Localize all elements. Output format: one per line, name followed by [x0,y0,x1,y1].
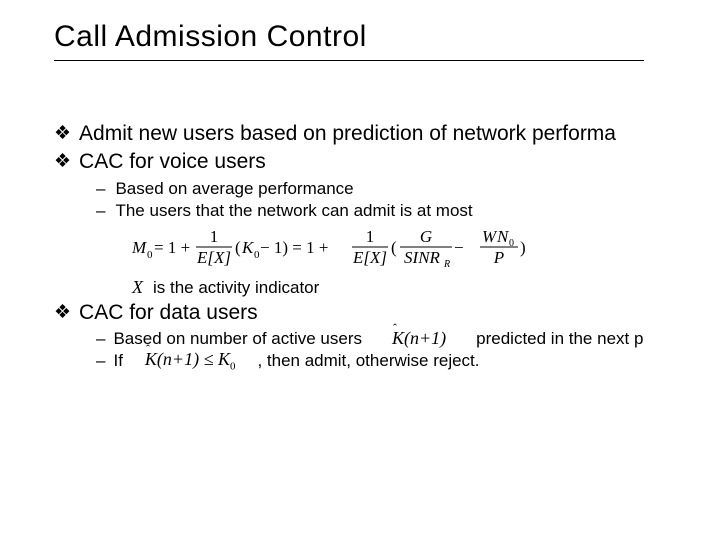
slide: Call Admission Control ❖ Admit new users… [0,0,720,540]
f-open2: ( [391,238,397,257]
f-SINR: SINR [404,248,441,267]
svg-text:): ) [520,238,526,257]
sub-text-b: predicted in the next p [476,329,643,349]
f-num2: 1 [366,227,375,246]
f-M: M [132,238,147,257]
dash-icon: – [96,200,105,221]
f-W: W [482,227,498,246]
subbullet-text: The users that the network can admit is … [115,200,472,221]
bullet-cac-data: ❖ CAC for data users [54,300,720,326]
diamond-icon: ❖ [54,300,71,326]
bullet-text: Admit new users based on prediction of n… [79,121,616,147]
math-X: X [132,277,143,298]
f-M0sub: 0 [147,249,153,261]
f-minus: − [454,238,464,257]
bullet-text: CAC for voice users [79,149,266,175]
f-P: P [493,248,504,267]
diamond-icon: ❖ [54,121,71,147]
activity-indicator-row: X is the activity indicator [132,277,720,298]
sub-text-then: , then admit, otherwise reject. [257,351,479,371]
cac-data-subs: – Based on number of active users ˆK(n+1… [54,328,720,373]
dash-icon: – [96,329,105,349]
subbullet-avg-perf: – Based on average performance [96,178,720,199]
subbullet-text: Based on average performance [115,178,353,199]
sub-text-a: Based on number of active users [113,329,362,349]
f-N: N [496,227,510,246]
page-title: Call Admission Control [54,20,720,54]
diamond-icon: ❖ [54,149,71,175]
subbullet-if-admit: – If ˆK(n+1) ≤ K0 , then admit, otherwis… [96,349,720,373]
f-mid: − 1) = 1 + [260,238,328,257]
formula-svg: M 0 = 1 + 1 E[X] ( K 0 − 1) = 1 + 1 E[X]… [132,227,652,271]
bullet-text: CAC for data users [79,300,258,326]
bullet-admit-users: ❖ Admit new users based on prediction of… [54,121,720,147]
formula-m0: M 0 = 1 + 1 E[X] ( K 0 − 1) = 1 + 1 E[X]… [132,227,720,271]
math-Khat-n1: ˆK(n+1) [392,328,446,349]
subbullet-max-users: – The users that the network can admit i… [96,200,720,221]
f-K: K [241,238,255,257]
f-den2: E[X] [352,248,387,267]
svg-text:(: ( [235,238,241,257]
math-Khat-leq-K0: ˆK(n+1) ≤ K0 [145,349,236,373]
dash-icon: – [96,178,105,199]
indicator-text: is the activity indicator [153,278,319,298]
f-eq1: = 1 + [154,238,190,257]
f-den1: E[X] [196,248,231,267]
f-Rsub: R [443,259,450,270]
f-num1: 1 [210,227,219,246]
subbullet-active-users: – Based on number of active users ˆK(n+1… [96,328,720,349]
sub-text-if: If [113,351,122,371]
f-G: G [420,227,432,246]
title-underline [54,60,644,61]
bullet-cac-voice: ❖ CAC for voice users [54,149,720,175]
dash-icon: – [96,351,105,371]
